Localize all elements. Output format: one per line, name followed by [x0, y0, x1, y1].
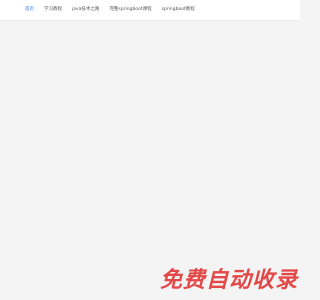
- nav-item-java-tech[interactable]: java技术之路: [72, 0, 99, 20]
- page: 首页 学习教程 java技术之路 完整springboot课程 springbo…: [0, 0, 300, 300]
- nav-item-springboot-tutorial[interactable]: springboot教程: [162, 0, 195, 20]
- nav-item-springboot-course[interactable]: 完整springboot课程: [109, 0, 151, 20]
- nav-item-tutorials[interactable]: 学习教程: [44, 0, 62, 20]
- nav-item-home[interactable]: 首页: [25, 0, 34, 20]
- top-navigation-bar: 首页 学习教程 java技术之路 完整springboot课程 springbo…: [0, 0, 300, 21]
- nav-menu: 首页 学习教程 java技术之路 完整springboot课程 springbo…: [25, 0, 205, 20]
- watermark-text: 免费自动收录: [159, 268, 298, 293]
